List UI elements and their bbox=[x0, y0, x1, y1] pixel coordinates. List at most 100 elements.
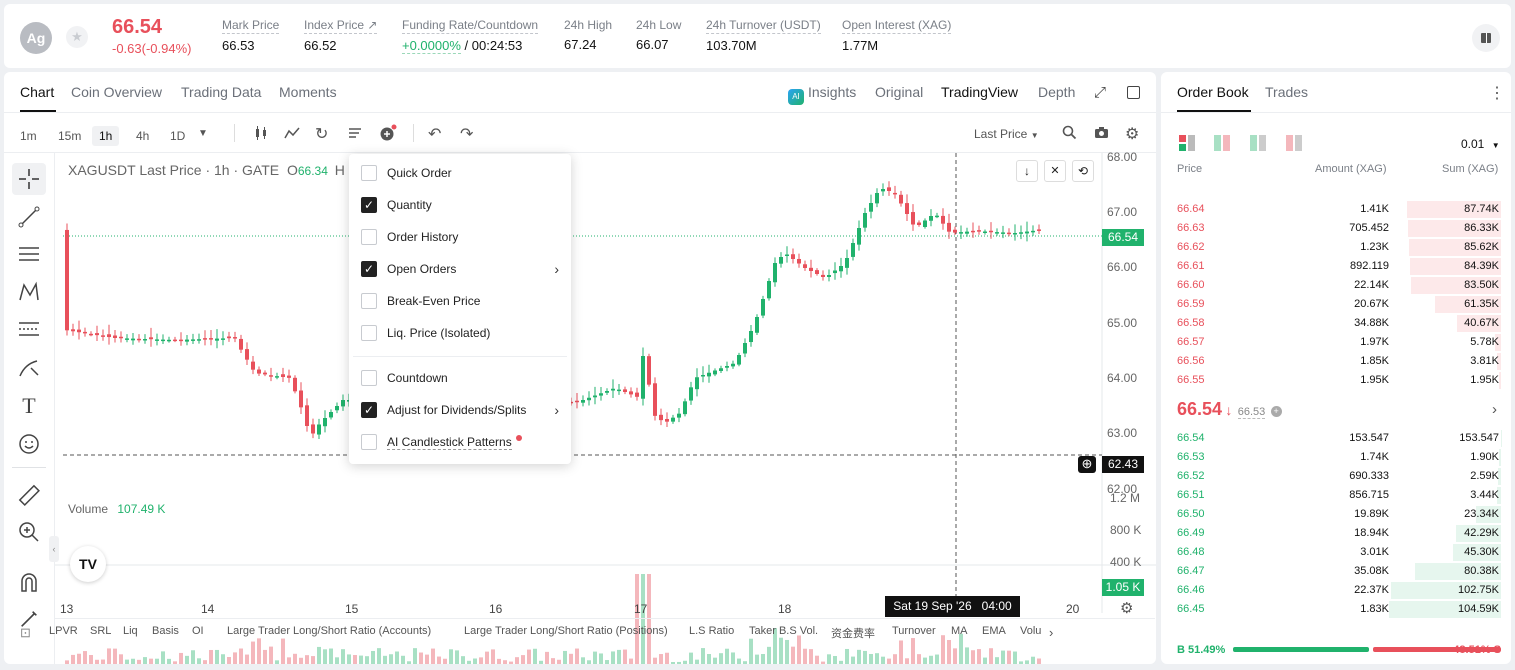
view-both-icon[interactable] bbox=[1179, 135, 1195, 154]
text-tool-icon[interactable]: T bbox=[12, 390, 46, 422]
window-icon[interactable] bbox=[1127, 86, 1140, 99]
candle-type-icon[interactable] bbox=[253, 125, 269, 144]
ask-row[interactable]: 66.61 892.119 84.39K bbox=[1175, 257, 1501, 276]
ask-row[interactable]: 66.62 1.23K 85.62K bbox=[1175, 238, 1501, 257]
interval-dropdown-icon[interactable]: ▼ bbox=[198, 128, 208, 139]
menu-item-order-history[interactable]: Order History bbox=[361, 226, 458, 248]
ask-row[interactable]: 66.55 1.95K 1.95K bbox=[1175, 371, 1501, 390]
view-asks-icon[interactable] bbox=[1286, 135, 1302, 154]
horizontal-lines-tool-icon[interactable] bbox=[12, 238, 46, 270]
indicator-taker-vol[interactable]: Taker B.S Vol. bbox=[749, 625, 818, 637]
trend-line-tool-icon[interactable] bbox=[12, 201, 46, 233]
settings-gear-icon[interactable]: ⚙ bbox=[1125, 124, 1139, 144]
bid-row[interactable]: 66.45 1.83K 104.59K bbox=[1175, 600, 1501, 619]
search-icon[interactable] bbox=[1062, 125, 1077, 143]
indicator-lt-positions[interactable]: Large Trader Long/Short Ratio (Positions… bbox=[464, 625, 668, 637]
crosshair-tool-icon[interactable] bbox=[12, 163, 46, 195]
templates-icon[interactable] bbox=[347, 125, 363, 144]
redo-icon[interactable]: ↷ bbox=[460, 124, 473, 144]
bid-row[interactable]: 66.50 19.89K 23.34K bbox=[1175, 505, 1501, 524]
menu-item-quick-order[interactable]: Quick Order bbox=[361, 162, 452, 184]
tab-depth[interactable]: Depth bbox=[1038, 84, 1075, 100]
indicator-volume[interactable]: Volu bbox=[1020, 625, 1041, 637]
tab-chart[interactable]: Chart bbox=[20, 84, 54, 100]
indicators-icon[interactable] bbox=[284, 125, 300, 144]
stat-index-price[interactable]: Index Price ↗ 66.52 bbox=[304, 18, 378, 53]
view-bids-asks-icon[interactable] bbox=[1214, 135, 1230, 154]
checkbox-checked[interactable]: ✓ bbox=[361, 402, 377, 418]
indicator-turnover[interactable]: Turnover bbox=[892, 625, 936, 637]
indicator-ma[interactable]: MA bbox=[951, 625, 968, 637]
precision-select[interactable]: 0.01 ▼ bbox=[1461, 137, 1500, 151]
ask-row[interactable]: 66.64 1.41K 87.74K bbox=[1175, 200, 1501, 219]
indicator-lt-accounts[interactable]: Large Trader Long/Short Ratio (Accounts) bbox=[227, 625, 431, 637]
tab-insights[interactable]: AI Insights bbox=[788, 84, 856, 105]
replay-icon[interactable]: ↻ bbox=[315, 124, 328, 144]
bid-row[interactable]: 66.54 153.547 153.547 bbox=[1175, 429, 1501, 448]
scroll-right-icon[interactable]: › bbox=[1049, 625, 1053, 640]
reset-chart-icon[interactable]: ⟲ bbox=[1072, 160, 1094, 182]
tab-original[interactable]: Original bbox=[875, 84, 923, 100]
ask-row[interactable]: 66.60 22.14K 83.50K bbox=[1175, 276, 1501, 295]
interval-15m[interactable]: 15m bbox=[51, 126, 88, 146]
bid-row[interactable]: 66.51 856.715 3.44K bbox=[1175, 486, 1501, 505]
checkbox[interactable] bbox=[361, 229, 377, 245]
bid-row[interactable]: 66.49 18.94K 42.29K bbox=[1175, 524, 1501, 543]
expand-icon[interactable]: ⤢ bbox=[1094, 84, 1106, 101]
mid-price-row[interactable]: 66.54 ↓ 66.53 + › bbox=[1177, 399, 1497, 423]
bid-row[interactable]: 66.47 35.08K 80.38K bbox=[1175, 562, 1501, 581]
expand-indicators-icon[interactable]: ⊡ bbox=[20, 625, 31, 641]
ask-row[interactable]: 66.56 1.85K 3.81K bbox=[1175, 352, 1501, 371]
bid-row[interactable]: 66.46 22.37K 102.75K bbox=[1175, 581, 1501, 600]
checkbox[interactable] bbox=[361, 325, 377, 341]
interval-1m[interactable]: 1m bbox=[13, 126, 44, 146]
fib-tool-icon[interactable] bbox=[12, 314, 46, 346]
menu-item-ai-patterns[interactable]: AI Candlestick Patterns bbox=[361, 431, 522, 453]
pattern-tool-icon[interactable] bbox=[12, 276, 46, 308]
tab-coin-overview[interactable]: Coin Overview bbox=[71, 84, 162, 100]
ask-row[interactable]: 66.59 20.67K 61.35K bbox=[1175, 295, 1501, 314]
indicator-liq[interactable]: Liq bbox=[123, 625, 138, 637]
checkbox[interactable] bbox=[361, 434, 377, 450]
ask-row[interactable]: 66.57 1.97K 5.78K bbox=[1175, 333, 1501, 352]
bid-row[interactable]: 66.52 690.333 2.59K bbox=[1175, 467, 1501, 486]
zoom-in-tool-icon[interactable] bbox=[12, 516, 46, 548]
checkbox[interactable] bbox=[361, 370, 377, 386]
add-alert-plus-icon[interactable]: ⊕ bbox=[1078, 456, 1096, 473]
bid-row[interactable]: 66.48 3.01K 45.30K bbox=[1175, 543, 1501, 562]
menu-item-liq-price[interactable]: Liq. Price (Isolated) bbox=[361, 322, 490, 344]
checkbox-checked[interactable]: ✓ bbox=[361, 197, 377, 213]
book-icon[interactable] bbox=[1472, 24, 1500, 52]
checkbox-checked[interactable]: ✓ bbox=[361, 261, 377, 277]
ask-row[interactable]: 66.63 705.452 86.33K bbox=[1175, 219, 1501, 238]
indicator-oi[interactable]: OI bbox=[192, 625, 204, 637]
indicator-lpvr[interactable]: LPVR bbox=[49, 625, 78, 637]
scroll-down-icon[interactable]: ↓ bbox=[1016, 160, 1038, 182]
checkbox[interactable] bbox=[361, 165, 377, 181]
favorite-star-icon[interactable]: ★ bbox=[66, 26, 88, 48]
indicator-ema[interactable]: EMA bbox=[982, 625, 1006, 637]
interval-1d[interactable]: 1D bbox=[163, 126, 192, 146]
indicator-basis[interactable]: Basis bbox=[152, 625, 179, 637]
price-type-select[interactable]: Last Price ▼ bbox=[974, 127, 1039, 141]
tab-tradingview[interactable]: TradingView bbox=[941, 84, 1018, 100]
tab-trading-data[interactable]: Trading Data bbox=[181, 84, 261, 100]
ruler-tool-icon[interactable] bbox=[12, 479, 46, 511]
indicator-funding-rate[interactable]: 资金费率 bbox=[831, 625, 875, 641]
ask-row[interactable]: 66.58 34.88K 40.67K bbox=[1175, 314, 1501, 333]
menu-item-quantity[interactable]: ✓ Quantity bbox=[361, 194, 432, 216]
bid-row[interactable]: 66.53 1.74K 1.90K bbox=[1175, 448, 1501, 467]
indicator-ls-ratio[interactable]: L.S Ratio bbox=[689, 625, 734, 637]
indicator-srl[interactable]: SRL bbox=[90, 625, 111, 637]
interval-4h[interactable]: 4h bbox=[129, 126, 156, 146]
menu-item-countdown[interactable]: Countdown bbox=[361, 367, 448, 389]
checkbox[interactable] bbox=[361, 293, 377, 309]
tab-order-book[interactable]: Order Book bbox=[1177, 84, 1249, 100]
collapse-chart-icon[interactable]: ✕ bbox=[1044, 160, 1066, 182]
emoji-tool-icon[interactable] bbox=[12, 428, 46, 460]
menu-item-adjust-dividends[interactable]: ✓ Adjust for Dividends/Splits › bbox=[361, 399, 559, 421]
magnet-tool-icon[interactable] bbox=[12, 567, 46, 599]
more-options-icon[interactable]: ⋮ bbox=[1489, 83, 1505, 103]
menu-item-break-even[interactable]: Break-Even Price bbox=[361, 290, 480, 312]
axis-settings-gear-icon[interactable]: ⚙ bbox=[1120, 599, 1133, 617]
